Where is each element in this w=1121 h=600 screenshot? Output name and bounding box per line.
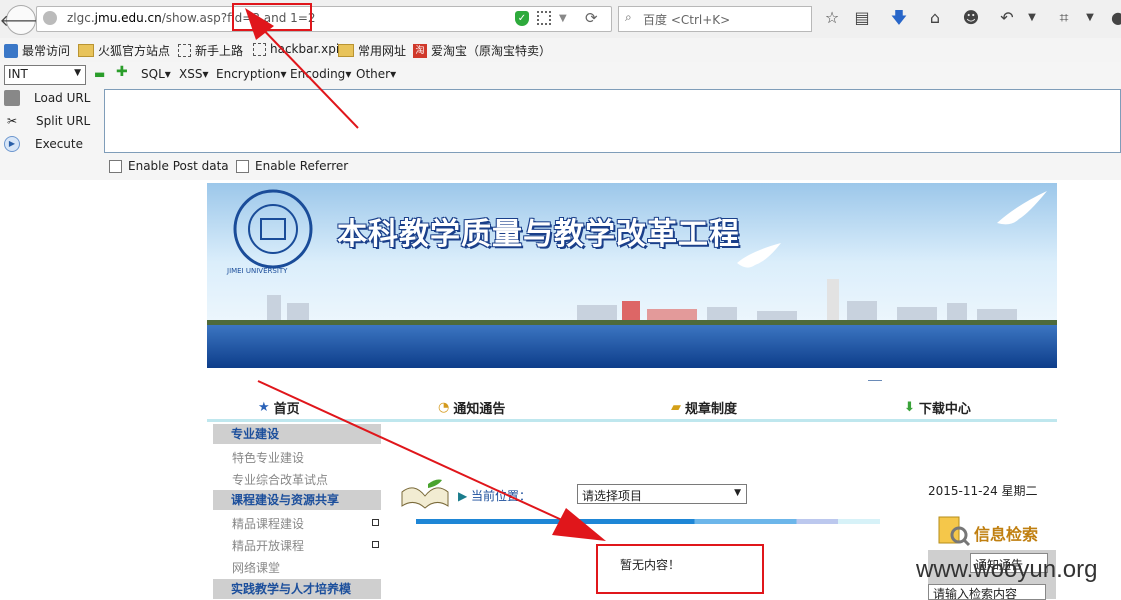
arrow-to-url [253, 19, 359, 129]
watermark: www.wooyun.org [916, 556, 1098, 583]
arrowhead-icon [552, 508, 606, 541]
annotation-arrows [245, 8, 606, 541]
arrow-to-result [257, 380, 576, 527]
